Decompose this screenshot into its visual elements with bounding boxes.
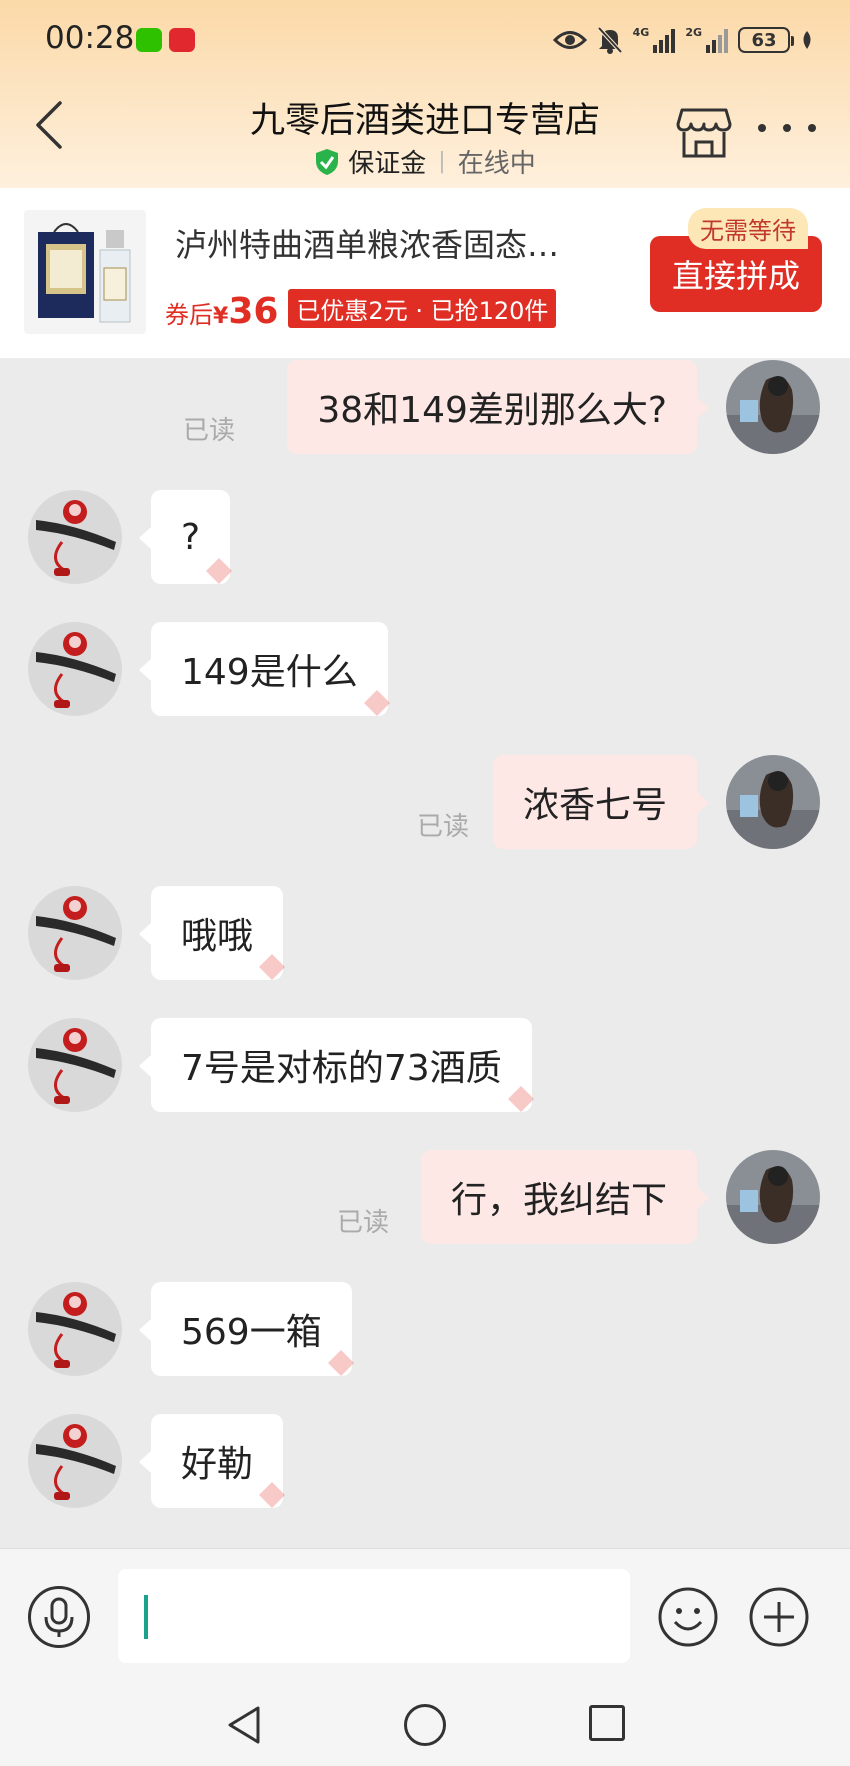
chat-list[interactable]: 已读 38和149差别那么大? ? 149是什么 已读 浓香七号 哦哦 7号是对… xyxy=(0,358,850,1548)
message-text: 38和149差别那么大? xyxy=(317,390,667,431)
price-label: 券后 xyxy=(165,301,213,329)
message-bubble-incoming[interactable]: 569一箱 xyxy=(139,1282,354,1376)
product-card[interactable]: 泸州特曲酒单粮浓香固态… 券后 ¥ 36 已优惠2元 · 已抢120件 无需等待… xyxy=(0,188,850,358)
message-text: 149是什么 xyxy=(181,652,358,693)
shop-avatar[interactable] xyxy=(28,622,122,716)
signal-4g-label: 4G xyxy=(632,26,650,39)
message-bubble-outgoing[interactable]: 行，我纠结下 xyxy=(420,1150,710,1244)
divider: | xyxy=(438,149,446,174)
my-avatar[interactable] xyxy=(726,755,820,849)
message-text: ? xyxy=(181,516,201,558)
message-text: 哦哦 xyxy=(181,916,254,957)
read-receipt: 已读 xyxy=(337,1208,390,1238)
shop-avatar[interactable] xyxy=(28,886,122,980)
emoji-icon[interactable] xyxy=(657,1586,719,1648)
leaf-icon xyxy=(803,31,811,49)
mic-icon[interactable] xyxy=(28,1586,90,1648)
message-bubble-incoming[interactable]: 哦哦 xyxy=(138,886,286,980)
signal-2g-label: 2G xyxy=(685,26,702,39)
status-time: 00:28 xyxy=(45,20,135,56)
message-bubble-incoming[interactable]: 7号是对标的73酒质 xyxy=(139,1018,534,1112)
plus-icon[interactable] xyxy=(748,1586,810,1648)
product-name[interactable]: 泸州特曲酒单粮浓香固态… xyxy=(175,220,559,266)
status-indicators: 4G 2G 63 xyxy=(552,22,814,58)
no-wait-tag: 无需等待 xyxy=(688,208,808,249)
store-icon[interactable] xyxy=(676,106,732,160)
my-avatar[interactable] xyxy=(726,360,820,454)
watermark-icon xyxy=(327,1350,354,1376)
price-row: 券后 ¥ 36 已优惠2元 · 已抢120件 xyxy=(165,289,557,332)
input-bar xyxy=(0,1548,850,1684)
promo-badge: 已优惠2元 · 已抢120件 xyxy=(288,289,557,328)
message-bubble-incoming[interactable]: 149是什么 xyxy=(139,622,390,716)
message-bubble-incoming[interactable]: ? xyxy=(138,490,233,584)
currency-symbol: ¥ xyxy=(213,304,229,329)
watermark-icon xyxy=(259,954,286,980)
more-icon[interactable] xyxy=(758,124,816,138)
online-status: 在线中 xyxy=(457,149,536,179)
shop-avatar[interactable] xyxy=(28,1282,122,1376)
shield-check-icon xyxy=(316,148,339,175)
deposit-badge[interactable]: 保证金 xyxy=(348,143,426,180)
message-text: 7号是对标的73酒质 xyxy=(181,1048,502,1089)
message-text: 569一箱 xyxy=(181,1312,322,1353)
shop-avatar[interactable] xyxy=(28,1018,122,1112)
nav-back-icon[interactable] xyxy=(224,1704,264,1746)
eye-icon xyxy=(552,31,587,49)
text-caret xyxy=(144,1595,148,1639)
top-header: 00:28 4G 2G 63 九零后酒类进口专营店 保证金 | 在线中 xyxy=(0,0,850,188)
watermark-icon xyxy=(259,1482,286,1508)
product-price: 36 xyxy=(228,291,279,332)
signal-2g-icon: 2G xyxy=(685,27,728,53)
watermark-icon xyxy=(206,558,233,584)
status-bar: 00:28 4G 2G 63 xyxy=(0,0,850,80)
mute-bell-icon xyxy=(597,26,623,54)
message-bubble-outgoing[interactable]: 浓香七号 xyxy=(492,755,710,849)
message-text: 好勒 xyxy=(181,1444,254,1485)
watermark-icon xyxy=(363,690,390,716)
wechat-notification-icon xyxy=(136,28,162,52)
product-image[interactable] xyxy=(24,210,146,334)
watermark-icon xyxy=(507,1086,534,1112)
system-nav-bar xyxy=(0,1684,850,1766)
nav-recents-icon[interactable] xyxy=(589,1705,625,1741)
my-avatar[interactable] xyxy=(726,1150,820,1244)
signal-4g-icon: 4G xyxy=(633,27,676,53)
battery-indicator: 63 xyxy=(738,27,794,53)
read-receipt: 已读 xyxy=(417,812,470,842)
message-bubble-incoming[interactable]: 好勒 xyxy=(138,1414,286,1508)
message-text: 浓香七号 xyxy=(522,785,667,826)
message-bubble-outgoing[interactable]: 38和149差别那么大? xyxy=(287,360,709,454)
message-text: 行，我纠结下 xyxy=(450,1180,667,1221)
shop-avatar[interactable] xyxy=(28,1414,122,1508)
message-input[interactable] xyxy=(118,1569,630,1663)
read-receipt: 已读 xyxy=(183,416,236,446)
nav-home-icon[interactable] xyxy=(404,1704,446,1746)
app-notification-icon xyxy=(169,28,195,52)
shop-avatar[interactable] xyxy=(28,490,122,584)
